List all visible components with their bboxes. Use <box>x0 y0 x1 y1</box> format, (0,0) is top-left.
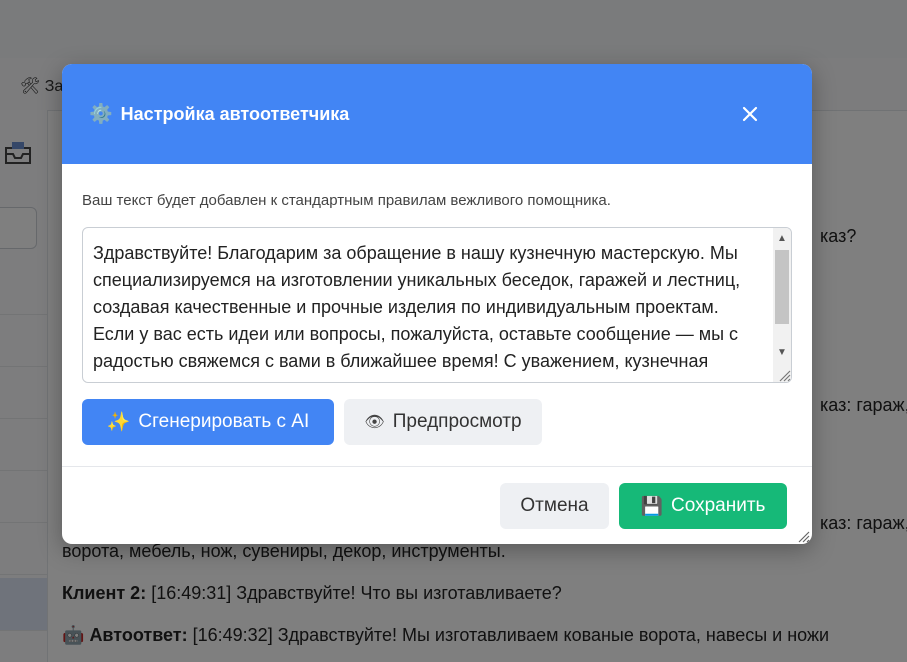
close-button[interactable] <box>738 102 762 126</box>
scroll-down-icon[interactable]: ▼ <box>773 344 791 362</box>
save-button[interactable]: 💾 Сохранить <box>619 483 787 529</box>
eye-icon: 👁 <box>364 414 385 431</box>
modal-header: ⚙️ Настройка автоответчика <box>62 64 812 164</box>
scroll-up-icon[interactable]: ▲ <box>773 230 791 248</box>
resize-grip-icon[interactable] <box>775 366 791 382</box>
modal-body: Ваш текст будет добавлен к стандартным п… <box>62 164 812 466</box>
scroll-thumb[interactable] <box>775 250 789 324</box>
autoresponder-settings-modal: ⚙️ Настройка автоответчика Ваш текст буд… <box>62 64 812 544</box>
generate-ai-label: Сгенерировать с AI <box>138 411 310 432</box>
preview-button[interactable]: 👁 Предпросмотр <box>344 399 542 445</box>
modal-title: ⚙️ Настройка автоответчика <box>89 104 349 125</box>
hint-text: Ваш текст будет добавлен к стандартным п… <box>82 192 611 209</box>
gear-icon: ⚙️ <box>89 104 113 125</box>
textarea-content: Здравствуйте! Благодарим за обращение в … <box>93 243 741 382</box>
modal-resize-grip-icon[interactable] <box>794 527 810 543</box>
close-icon <box>742 106 758 122</box>
save-label: Сохранить <box>671 495 766 516</box>
modal-title-text: Настройка автоответчика <box>120 104 350 124</box>
preview-label: Предпросмотр <box>392 411 522 432</box>
autoresponder-textarea[interactable]: Здравствуйте! Благодарим за обращение в … <box>82 227 792 383</box>
modal-footer: Отмена 💾 Сохранить <box>62 466 812 544</box>
cancel-button[interactable]: Отмена <box>500 483 609 529</box>
floppy-disk-icon: 💾 <box>640 495 663 516</box>
textarea-scrollbar[interactable]: ▲ ▼ <box>773 228 791 382</box>
sparkles-icon: ✨ <box>106 412 131 433</box>
generate-ai-button[interactable]: ✨ Сгенерировать с AI <box>82 399 334 445</box>
